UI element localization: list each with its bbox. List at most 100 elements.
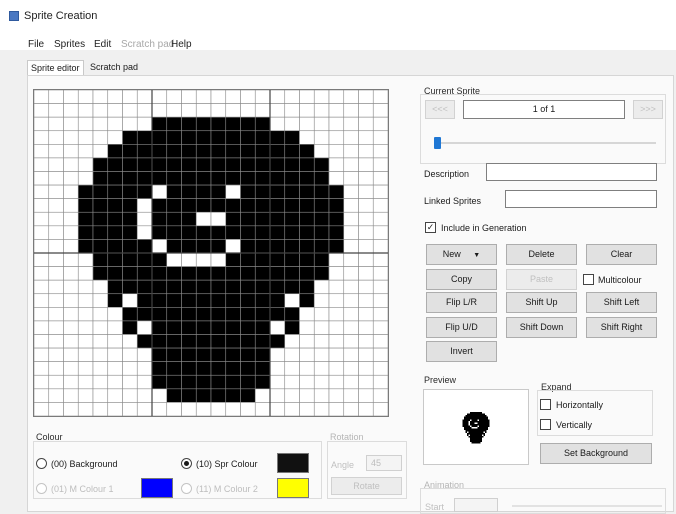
- grid-cell[interactable]: [284, 361, 300, 376]
- grid-cell[interactable]: [166, 103, 182, 118]
- grid-cell[interactable]: [358, 225, 374, 240]
- grid-cell[interactable]: [240, 361, 256, 376]
- grid-cell[interactable]: [34, 130, 50, 145]
- grid-cell[interactable]: [77, 266, 94, 281]
- grid-cell[interactable]: [225, 103, 241, 118]
- grid-cell[interactable]: [284, 116, 300, 132]
- grid-cell[interactable]: [372, 252, 388, 267]
- grid-cell[interactable]: [372, 279, 388, 295]
- grid-cell[interactable]: [313, 402, 330, 416]
- grid-cell[interactable]: [210, 157, 227, 172]
- grid-cell[interactable]: [240, 388, 256, 403]
- grid-cell[interactable]: [195, 374, 212, 390]
- grid-cell[interactable]: [328, 103, 345, 118]
- grid-cell[interactable]: [343, 90, 359, 104]
- grid-cell[interactable]: [122, 198, 138, 213]
- grid-cell[interactable]: [313, 347, 330, 362]
- grid-cell[interactable]: [240, 293, 256, 308]
- grid-cell[interactable]: [166, 279, 182, 295]
- grid-cell[interactable]: [299, 279, 315, 295]
- grid-cell[interactable]: [372, 171, 388, 186]
- grid-cell[interactable]: [63, 225, 79, 240]
- grid-cell[interactable]: [181, 307, 197, 322]
- grid-cell[interactable]: [372, 402, 388, 416]
- grid-cell[interactable]: [210, 239, 227, 254]
- grid-cell[interactable]: [77, 130, 94, 145]
- grid-cell[interactable]: [77, 293, 94, 308]
- grid-cell[interactable]: [107, 388, 123, 403]
- grid-cell[interactable]: [63, 307, 79, 322]
- grid-cell[interactable]: [34, 239, 50, 254]
- grid-cell[interactable]: [92, 388, 109, 403]
- grid-cell[interactable]: [92, 90, 109, 104]
- grid-cell[interactable]: [136, 211, 153, 227]
- grid-cell[interactable]: [299, 225, 315, 240]
- grid-cell[interactable]: [195, 361, 212, 376]
- menu-help[interactable]: Help: [171, 39, 192, 50]
- grid-cell[interactable]: [181, 116, 197, 132]
- grid-cell[interactable]: [372, 90, 388, 104]
- grid-cell[interactable]: [284, 157, 300, 172]
- grid-cell[interactable]: [34, 198, 50, 213]
- grid-cell[interactable]: [299, 388, 315, 403]
- grid-cell[interactable]: [63, 103, 79, 118]
- grid-cell[interactable]: [210, 279, 227, 295]
- grid-cell[interactable]: [284, 171, 300, 186]
- grid-cell[interactable]: [328, 239, 345, 254]
- grid-cell[interactable]: [210, 171, 227, 186]
- grid-cell[interactable]: [328, 252, 345, 267]
- grid-cell[interactable]: [107, 252, 123, 267]
- grid-cell[interactable]: [225, 347, 241, 362]
- grid-cell[interactable]: [195, 252, 212, 267]
- grid-cell[interactable]: [299, 90, 315, 104]
- grid-cell[interactable]: [372, 374, 388, 390]
- grid-cell[interactable]: [151, 198, 168, 213]
- grid-cell[interactable]: [107, 320, 123, 335]
- grid-cell[interactable]: [107, 144, 123, 159]
- grid-cell[interactable]: [299, 402, 315, 416]
- grid-cell[interactable]: [92, 402, 109, 416]
- grid-cell[interactable]: [240, 130, 256, 145]
- grid-cell[interactable]: [313, 211, 330, 227]
- grid-cell[interactable]: [254, 211, 271, 227]
- grid-cell[interactable]: [151, 293, 168, 308]
- grid-cell[interactable]: [299, 116, 315, 132]
- grid-cell[interactable]: [210, 307, 227, 322]
- grid-cell[interactable]: [166, 144, 182, 159]
- grid-cell[interactable]: [299, 198, 315, 213]
- grid-cell[interactable]: [225, 171, 241, 186]
- multicolour-checkbox[interactable]: [583, 274, 594, 285]
- shift-left-button[interactable]: Shift Left: [586, 292, 657, 313]
- grid-cell[interactable]: [136, 116, 153, 132]
- grid-cell[interactable]: [107, 293, 123, 308]
- grid-cell[interactable]: [136, 144, 153, 159]
- grid-cell[interactable]: [166, 116, 182, 132]
- grid-cell[interactable]: [284, 293, 300, 308]
- grid-cell[interactable]: [254, 144, 271, 159]
- grid-cell[interactable]: [34, 184, 50, 199]
- rotate-button[interactable]: Rotate: [331, 477, 402, 495]
- grid-cell[interactable]: [240, 374, 256, 390]
- grid-cell[interactable]: [299, 307, 315, 322]
- grid-cell[interactable]: [210, 374, 227, 390]
- grid-cell[interactable]: [151, 361, 168, 376]
- grid-cell[interactable]: [181, 279, 197, 295]
- invert-button[interactable]: Invert: [426, 341, 497, 362]
- grid-cell[interactable]: [92, 198, 109, 213]
- grid-cell[interactable]: [358, 171, 374, 186]
- grid-cell[interactable]: [107, 266, 123, 281]
- grid-cell[interactable]: [77, 157, 94, 172]
- grid-cell[interactable]: [269, 171, 286, 186]
- grid-cell[interactable]: [372, 211, 388, 227]
- grid-cell[interactable]: [48, 90, 64, 104]
- grid-cell[interactable]: [358, 347, 374, 362]
- grid-cell[interactable]: [284, 198, 300, 213]
- copy-button[interactable]: Copy: [426, 269, 497, 290]
- grid-cell[interactable]: [313, 252, 330, 267]
- grid-cell[interactable]: [225, 402, 241, 416]
- grid-cell[interactable]: [328, 293, 345, 308]
- grid-cell[interactable]: [269, 198, 286, 213]
- grid-cell[interactable]: [358, 334, 374, 349]
- grid-cell[interactable]: [181, 252, 197, 267]
- grid-cell[interactable]: [181, 211, 197, 227]
